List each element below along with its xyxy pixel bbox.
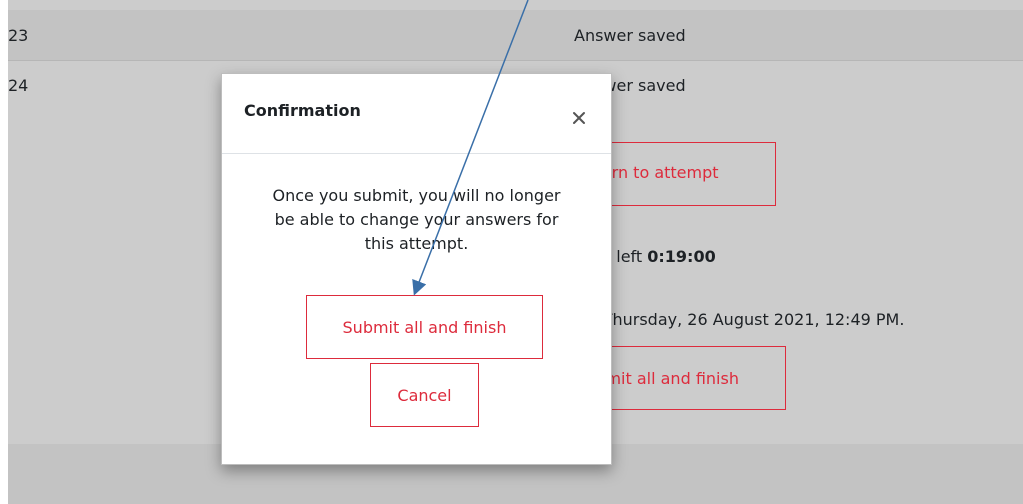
question-number: 24 [8,76,29,95]
submit-all-and-finish-button[interactable]: Submit all and finish [306,295,543,359]
confirmation-dialog: Confirmation Once you submit, you will n… [221,73,612,465]
cancel-button[interactable]: Cancel [370,363,479,427]
dialog-message: Once you submit, you will no longer be a… [272,186,561,253]
dialog-body: Once you submit, you will no longer be a… [222,184,611,256]
question-number: 23 [8,26,29,45]
dialog-title: Confirmation [244,101,361,120]
deadline-text: by Thursday, 26 August 2021, 12:49 PM. [578,310,905,329]
table-row: 23 Answer saved [8,10,1023,61]
close-icon [573,112,585,124]
time-left-value: 0:19:00 [647,247,716,266]
dialog-header: Confirmation [222,74,611,154]
close-button[interactable] [568,107,590,129]
question-status: Answer saved [574,26,686,45]
